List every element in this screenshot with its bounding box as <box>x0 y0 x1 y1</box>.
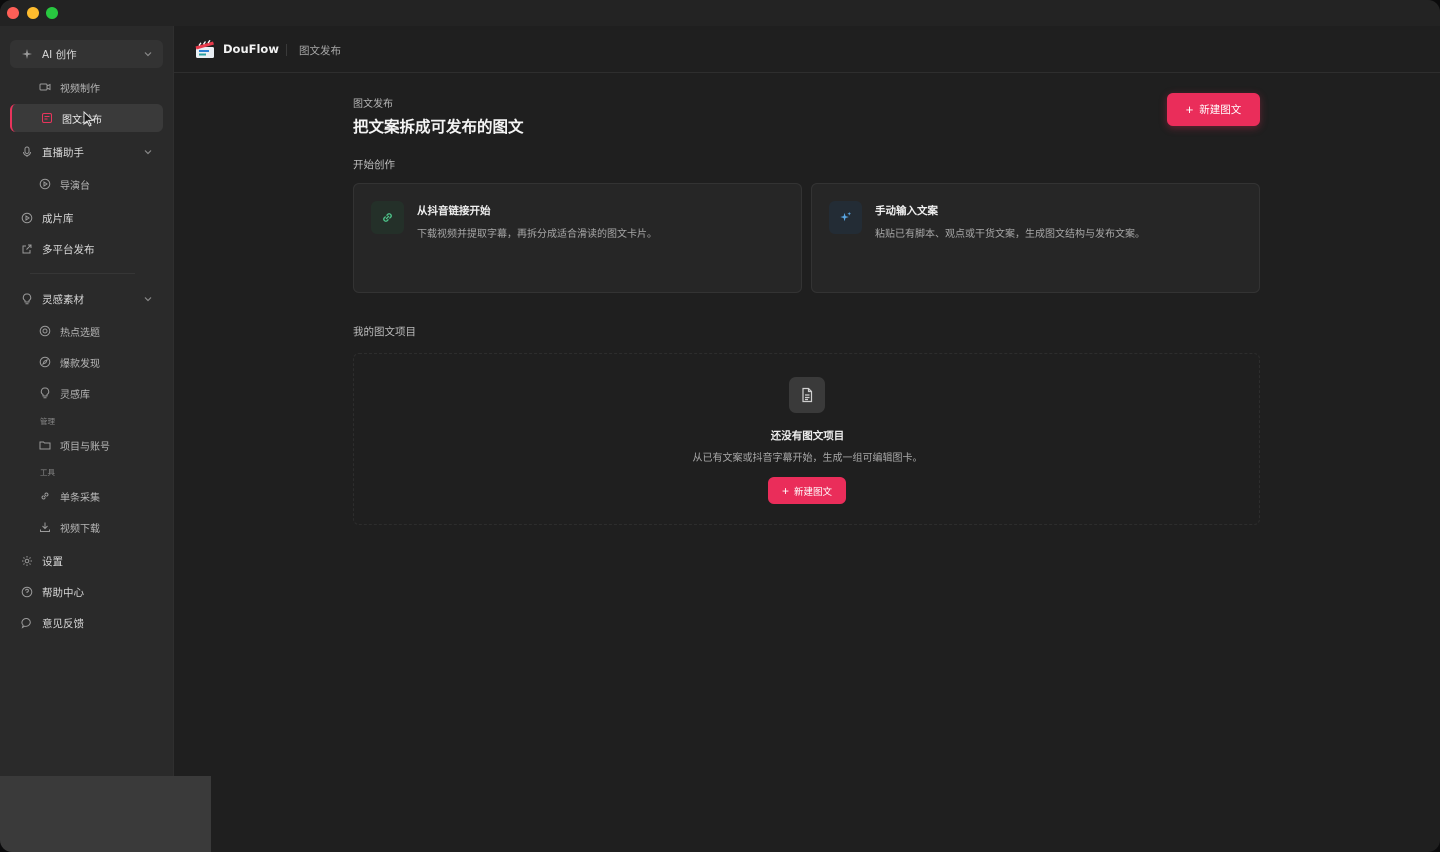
sidebar-item-live-assistant[interactable]: 直播助手 <box>10 138 163 166</box>
start-section-title: 开始创作 <box>353 159 395 171</box>
help-circle-icon <box>20 585 34 599</box>
sparkle-icon <box>829 201 862 234</box>
sidebar-divider <box>30 273 135 274</box>
lightbulb-icon <box>20 292 34 306</box>
sidebar-item-label: 多平台发布 <box>42 243 95 256</box>
sidebar-item-label: 意见反馈 <box>42 617 84 630</box>
folder-icon <box>38 438 52 452</box>
plus-icon: + <box>781 483 789 498</box>
sidebar-item-feedback[interactable]: 意见反馈 <box>10 609 163 637</box>
chevron-down-icon[interactable] <box>143 147 153 157</box>
section-label-manage: 管理 <box>40 417 55 426</box>
sidebar-item-film-library[interactable]: 成片库 <box>10 204 163 232</box>
sidebar-item-label: 帮助中心 <box>42 586 84 599</box>
sidebar-item-label: 设置 <box>42 555 63 568</box>
video-camera-icon <box>38 80 52 94</box>
sidebar-item-label: 灵感库 <box>60 389 90 401</box>
sidebar-item-settings[interactable]: 设置 <box>10 547 163 575</box>
play-circle-icon <box>20 211 34 225</box>
compass-icon <box>38 355 52 369</box>
microphone-icon <box>20 145 34 159</box>
sidebar-item-viral-discovery[interactable]: 爆款发现 <box>10 348 163 376</box>
chat-bubble-icon <box>20 616 34 630</box>
chevron-down-icon[interactable] <box>143 49 153 59</box>
section-label-tools: 工具 <box>40 468 55 477</box>
link-icon <box>38 489 52 503</box>
sidebar-item-projects-accounts[interactable]: 项目与账号 <box>10 431 163 459</box>
sidebar-item-label: 视频下载 <box>60 523 100 535</box>
empty-desc: 从已有文案或抖音字幕开始，生成一组可编辑图卡。 <box>692 453 923 464</box>
mouse-cursor-icon <box>83 111 95 127</box>
plus-icon: + <box>1185 102 1194 117</box>
breadcrumb: 图文发布 <box>299 45 341 57</box>
sidebar-item-video-download[interactable]: 视频下载 <box>10 513 163 541</box>
page-eyebrow: 图文发布 <box>353 99 393 110</box>
chevron-down-icon[interactable] <box>143 294 153 304</box>
sidebar-item-label: 直播助手 <box>42 146 84 159</box>
download-icon <box>38 520 52 534</box>
sidebar-item-label: 爆款发现 <box>60 358 100 370</box>
empty-new-image-text-button[interactable]: + 新建图文 <box>768 477 846 504</box>
sidebar-item-label: 灵感素材 <box>42 293 84 306</box>
title-bar <box>0 0 1440 26</box>
main-content: 图文发布 把文案拆成可发布的图文 + 新建图文 开始创作 从抖音链接开始 下载视… <box>174 73 1440 852</box>
sidebar-item-label: 项目与账号 <box>60 441 110 453</box>
image-text-icon <box>40 111 54 125</box>
new-image-text-button[interactable]: + 新建图文 <box>1167 93 1260 126</box>
sidebar-item-hot-topics[interactable]: 热点选题 <box>10 317 163 345</box>
button-label: 新建图文 <box>1199 104 1242 116</box>
app-name: DouFlow <box>223 42 279 56</box>
page-title: 把文案拆成可发布的图文 <box>353 118 524 136</box>
empty-title: 还没有图文项目 <box>770 430 845 442</box>
card-title: 从抖音链接开始 <box>417 205 491 217</box>
sidebar-item-label: 视频制作 <box>60 83 100 95</box>
button-label: 新建图文 <box>794 486 833 498</box>
app-window: AI 创作 视频制作 图文发布 直播助手 导演台 成片库 多平台发布 灵感素材 … <box>0 0 1440 852</box>
top-header: DouFlow 图文发布 <box>174 26 1440 73</box>
lightbulb-icon <box>38 386 52 400</box>
sidebar-item-label: AI 创作 <box>42 48 77 61</box>
minimize-window-button[interactable] <box>27 7 39 19</box>
sidebar-item-label: 单条采集 <box>60 492 100 504</box>
header-divider <box>286 44 287 56</box>
sidebar-item-inspiration-library[interactable]: 灵感库 <box>10 379 163 407</box>
sparkle-icon <box>20 47 34 61</box>
card-manual-input[interactable]: 手动输入文案 粘贴已有脚本、观点或干货文案，生成图文结构与发布文案。 <box>811 183 1260 293</box>
empty-projects-state: 还没有图文项目 从已有文案或抖音字幕开始，生成一组可编辑图卡。 + 新建图文 <box>353 353 1260 525</box>
gear-icon <box>20 554 34 568</box>
document-icon <box>789 377 825 413</box>
clapperboard-logo-icon <box>195 39 214 58</box>
sidebar-item-label: 热点选题 <box>60 327 100 339</box>
projects-section-title: 我的图文项目 <box>353 326 416 338</box>
sidebar-item-single-collect[interactable]: 单条采集 <box>10 482 163 510</box>
sidebar-item-multi-publish[interactable]: 多平台发布 <box>10 235 163 263</box>
sidebar-item-help[interactable]: 帮助中心 <box>10 578 163 606</box>
sidebar-item-director[interactable]: 导演台 <box>10 170 163 198</box>
sidebar-item-ai-create[interactable]: AI 创作 <box>10 40 163 68</box>
play-circle-icon <box>38 177 52 191</box>
close-window-button[interactable] <box>7 7 19 19</box>
sidebar-item-video-making[interactable]: 视频制作 <box>10 73 163 101</box>
sidebar-item-inspiration[interactable]: 灵感素材 <box>10 285 163 313</box>
card-from-douyin-link[interactable]: 从抖音链接开始 下载视频并提取字幕，再拆分成适合滑读的图文卡片。 <box>353 183 802 293</box>
link-icon <box>371 201 404 234</box>
sidebar-item-label: 成片库 <box>42 212 74 225</box>
maximize-window-button[interactable] <box>46 7 58 19</box>
card-title: 手动输入文案 <box>875 205 938 217</box>
sidebar-item-label: 导演台 <box>60 180 90 192</box>
sidebar-item-label: 图文发布 <box>62 114 102 126</box>
sidebar: AI 创作 视频制作 图文发布 直播助手 导演台 成片库 多平台发布 灵感素材 … <box>0 26 174 776</box>
card-desc: 下载视频并提取字幕，再拆分成适合滑读的图文卡片。 <box>417 229 657 240</box>
external-link-icon <box>20 242 34 256</box>
card-desc: 粘贴已有脚本、观点或干货文案，生成图文结构与发布文案。 <box>875 229 1145 240</box>
target-icon <box>38 324 52 338</box>
